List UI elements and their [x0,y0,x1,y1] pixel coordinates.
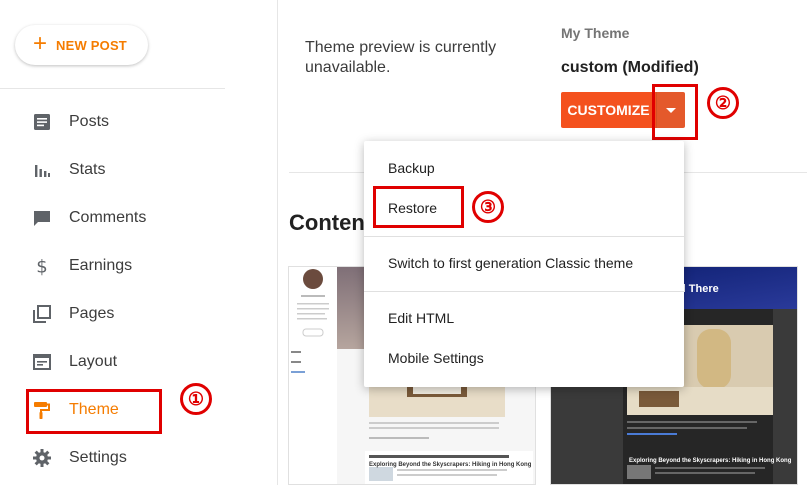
sidebar-item-label: Settings [69,449,127,466]
annotation-step-2: ② [707,87,739,119]
annotation-box-restore [373,186,464,228]
menu-item-backup[interactable]: Backup [364,150,684,186]
sidebar-item-earnings[interactable]: $ Earnings [0,246,278,286]
svg-text:$: $ [36,257,47,277]
layout-icon [33,354,51,370]
sidebar-item-posts[interactable]: Posts [0,102,278,142]
annotation-box-dropdown [652,84,698,140]
sidebar-item-label: Stats [69,161,106,178]
sidebar-divider [0,88,225,89]
new-post-label: NEW POST [56,37,127,53]
sidebar-item-label: Posts [69,113,110,130]
annotation-step-3: ③ [472,191,504,223]
customize-button[interactable]: CUSTOMIZE [561,92,656,128]
sidebar-item-label: Pages [69,305,115,322]
menu-item-switch-classic[interactable]: Switch to first generation Classic theme [364,245,684,281]
content-heading: Conten [289,210,365,235]
stats-icon [35,165,50,177]
plus-icon: + [33,30,48,57]
sidebar-item-settings[interactable]: Settings [0,438,278,478]
theme-name: custom (Modified) [561,59,699,76]
blogger-theme-page: + NEW POST Posts Stats Comments $ Earnin… [0,0,807,485]
my-theme-label: My Theme [561,25,630,41]
sidebar-item-pages[interactable]: Pages [0,294,278,334]
sidebar-item-label: Earnings [69,257,133,274]
dark-theme-post-title: Exploring Beyond the Skyscrapers: Hiking… [629,458,792,464]
menu-item-mobile-settings[interactable]: Mobile Settings [364,340,684,376]
posts-icon [34,114,50,130]
annotation-step-1: ① [180,383,212,415]
comments-icon [34,211,50,226]
menu-item-edit-html[interactable]: Edit HTML [364,300,684,336]
theme-dropdown-menu: Backup Restore Switch to first generatio… [364,141,684,387]
gear-icon [33,449,51,467]
sidebar-item-stats[interactable]: Stats [0,150,278,190]
menu-divider [364,291,684,292]
new-post-button[interactable]: + NEW POST [15,25,148,65]
preview-unavailable-message: Theme preview is currently unavailable. [305,39,497,76]
dollar-icon: $ [36,257,47,277]
pages-icon [33,305,51,323]
sidebar-item-label: Layout [69,353,118,370]
menu-divider [364,236,684,237]
annotation-box-theme [26,389,162,434]
light-theme-post-title: Exploring Beyond the Skyscrapers: Hiking… [369,462,532,468]
sidebar-item-comments[interactable]: Comments [0,198,278,238]
sidebar-item-label: Comments [69,209,147,226]
sidebar-item-layout[interactable]: Layout [0,342,278,382]
